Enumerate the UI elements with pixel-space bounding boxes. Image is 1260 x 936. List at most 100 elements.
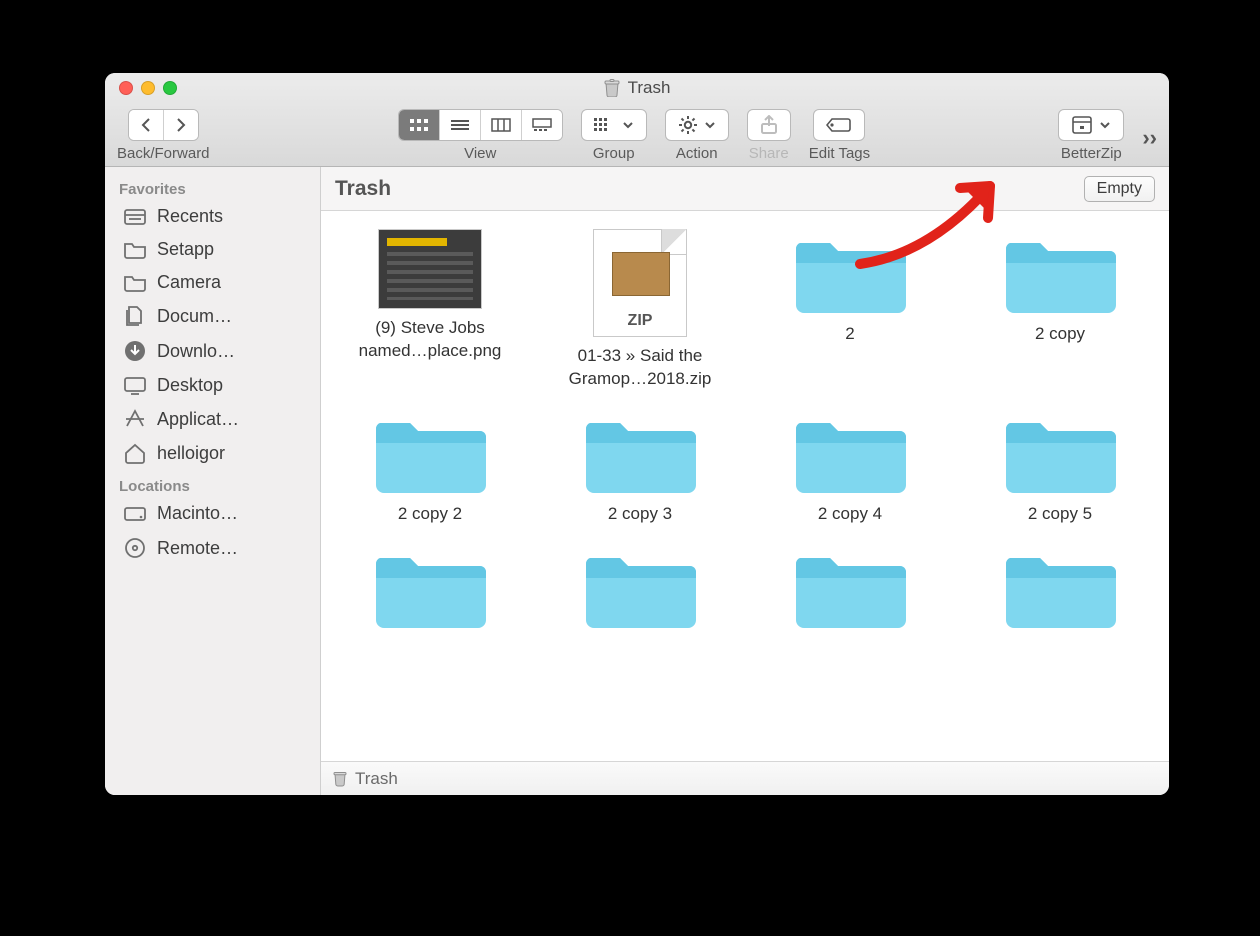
sidebar-item-recents[interactable]: Recents: [105, 200, 320, 233]
desktop-icon: [123, 376, 147, 396]
folder-icon: [1004, 229, 1116, 315]
action-button[interactable]: [665, 109, 729, 141]
share-button[interactable]: [747, 109, 791, 141]
close-button[interactable]: [119, 81, 133, 95]
recents-icon: [123, 207, 147, 227]
view-icons-button[interactable]: [399, 110, 440, 140]
tool-group-betterzip: BetterZip: [1058, 109, 1124, 162]
home-icon: [123, 442, 147, 464]
file-item[interactable]: 2 copy 5: [959, 409, 1161, 526]
toolbar-label-tags: Edit Tags: [809, 145, 870, 162]
file-label: 2 copy 3: [608, 503, 672, 526]
file-item[interactable]: 2 copy: [959, 229, 1161, 391]
downloads-icon: [123, 339, 147, 363]
chevron-down-icon: [622, 118, 634, 132]
finder-window: Trash Back/Forward View: [105, 73, 1169, 795]
sidebar-item-home[interactable]: helloigor: [105, 436, 320, 470]
sidebar-item-applications[interactable]: Applicat…: [105, 402, 320, 436]
window-title-text: Trash: [628, 78, 671, 98]
gear-icon: [678, 115, 698, 135]
file-label: 2 copy 5: [1028, 503, 1092, 526]
sidebar-item-label: Remote…: [157, 538, 238, 559]
file-label: 2 copy: [1035, 323, 1085, 346]
sidebar-item-label: helloigor: [157, 443, 225, 464]
main-pane: Trash Empty (9) Steve Jobsnamed…place.pn…: [321, 167, 1169, 795]
file-item[interactable]: [329, 544, 531, 661]
trash-icon: [333, 771, 347, 787]
sidebar-item-camera[interactable]: Camera: [105, 266, 320, 299]
file-item[interactable]: 2 copy 4: [749, 409, 951, 526]
file-grid: (9) Steve Jobsnamed…place.png ZIP 01-33 » …: [321, 211, 1169, 761]
file-label: 01-33 » Said theGramop…2018.zip: [569, 345, 712, 391]
file-item[interactable]: 2 copy 2: [329, 409, 531, 526]
file-item[interactable]: [959, 544, 1161, 661]
sidebar-item-label: Desktop: [157, 375, 223, 396]
sidebar-item-downloads[interactable]: Downlo…: [105, 333, 320, 369]
sidebar-item-desktop[interactable]: Desktop: [105, 369, 320, 402]
toolbar-label-navigation: Back/Forward: [117, 145, 210, 162]
sidebar-item-label: Docum…: [157, 306, 232, 327]
sidebar-item-documents[interactable]: Docum…: [105, 299, 320, 333]
empty-button[interactable]: Empty: [1084, 176, 1155, 202]
chevron-down-icon: [1099, 118, 1111, 132]
sidebar-item-setapp[interactable]: Setapp: [105, 233, 320, 266]
tag-icon: [826, 117, 852, 133]
sidebar-item-macintosh-hd[interactable]: Macinto…: [105, 497, 320, 530]
path-bar: Trash: [321, 761, 1169, 795]
view-list-button[interactable]: [440, 110, 481, 140]
view-columns-button[interactable]: [481, 110, 522, 140]
share-icon: [760, 115, 778, 135]
toolbar-label-group: Group: [593, 145, 635, 162]
file-item[interactable]: [749, 544, 951, 661]
view-gallery-button[interactable]: [522, 110, 562, 140]
sidebar-item-label: Macinto…: [157, 503, 238, 524]
betterzip-button[interactable]: [1058, 109, 1124, 141]
group-button[interactable]: [581, 109, 647, 141]
folder-icon: [123, 273, 147, 293]
folder-icon: [794, 409, 906, 495]
hdd-icon: [123, 504, 147, 524]
folder-icon: [374, 544, 486, 630]
folder-icon: [584, 544, 696, 630]
file-label: 2: [845, 323, 854, 346]
file-item[interactable]: (9) Steve Jobsnamed…place.png: [329, 229, 531, 391]
file-item[interactable]: [539, 544, 741, 661]
folder-icon: [1004, 409, 1116, 495]
sidebar-item-label: Setapp: [157, 239, 214, 260]
file-item[interactable]: ZIP 01-33 » Said theGramop…2018.zip: [539, 229, 741, 391]
back-button[interactable]: [129, 110, 164, 140]
path-label: Trash: [355, 769, 398, 789]
file-label: 2 copy 4: [818, 503, 882, 526]
tool-group-group: Group: [581, 109, 647, 162]
folder-icon: [374, 409, 486, 495]
sidebar-item-label: Downlo…: [157, 341, 235, 362]
fullscreen-button[interactable]: [163, 81, 177, 95]
folder-icon: [794, 229, 906, 315]
sidebar-header-favorites: Favorites: [105, 173, 320, 200]
window-title: Trash: [105, 78, 1169, 98]
toolbar: Back/Forward View Group Actio: [105, 103, 1169, 167]
zip-file-icon: ZIP: [593, 229, 687, 337]
forward-button[interactable]: [164, 110, 198, 140]
toolbar-label-view: View: [464, 145, 496, 162]
file-item[interactable]: 2: [749, 229, 951, 391]
titlebar: Trash: [105, 73, 1169, 103]
archive-icon: [1071, 115, 1093, 135]
toolbar-label-action: Action: [676, 145, 718, 162]
sidebar-item-label: Camera: [157, 272, 221, 293]
file-item[interactable]: 2 copy 3: [539, 409, 741, 526]
toolbar-overflow-button[interactable]: ››: [1142, 125, 1157, 151]
sidebar-item-remote-disc[interactable]: Remote…: [105, 530, 320, 566]
file-label: (9) Steve Jobsnamed…place.png: [359, 317, 502, 363]
file-label: 2 copy 2: [398, 503, 462, 526]
minimize-button[interactable]: [141, 81, 155, 95]
edit-tags-button[interactable]: [813, 109, 865, 141]
sidebar-item-label: Applicat…: [157, 409, 239, 430]
location-bar: Trash Empty: [321, 167, 1169, 211]
sidebar: Favorites Recents Setapp Camera Docum… D…: [105, 167, 321, 795]
folder-icon: [794, 544, 906, 630]
location-title: Trash: [335, 177, 391, 201]
folder-icon: [123, 240, 147, 260]
documents-icon: [123, 305, 147, 327]
tool-group-tags: Edit Tags: [809, 109, 870, 162]
